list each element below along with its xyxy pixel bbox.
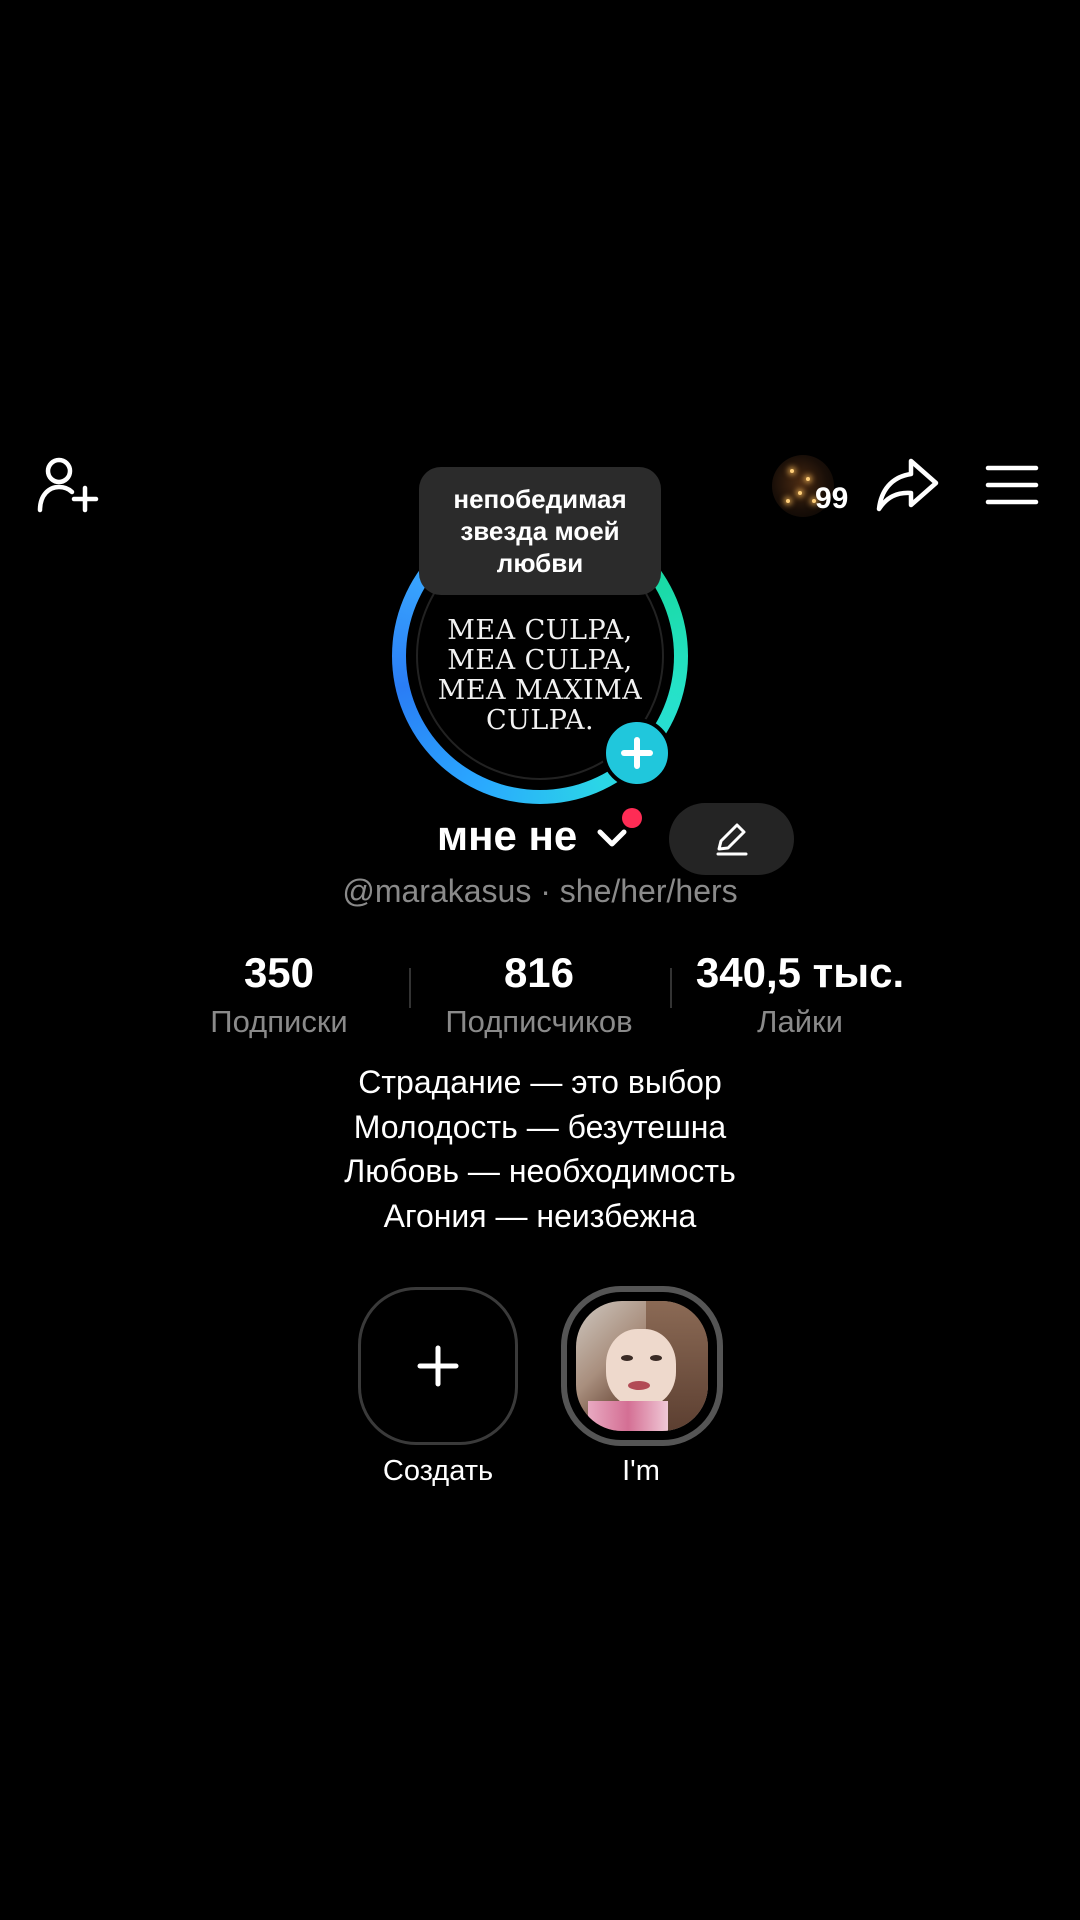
likes-label: Лайки	[757, 1004, 843, 1039]
menu-button[interactable]	[982, 455, 1042, 515]
add-story-button[interactable]	[602, 718, 672, 788]
bio: Страдание — это выбор Молодость — безуте…	[0, 1060, 1080, 1238]
highlight-photo	[576, 1301, 708, 1431]
share-button[interactable]	[870, 450, 946, 520]
following-count: 350	[243, 949, 315, 996]
add-friend-button[interactable]	[34, 452, 104, 518]
avatar-text: MEA CULPA, MEA CULPA, MEA MAXIMA CULPA.	[437, 615, 643, 736]
stat-followers[interactable]: 816 Подписчиков	[414, 948, 664, 1044]
stat-divider	[670, 968, 672, 1008]
profile-name[interactable]: мне не	[437, 812, 577, 860]
stat-divider	[409, 968, 411, 1008]
share-arrow-icon	[876, 458, 939, 512]
note-bubble[interactable]: непобедимая звезда моей любви	[419, 467, 661, 595]
stat-following[interactable]: 350 Подписки	[154, 948, 404, 1044]
bio-line: Любовь — необходимость	[344, 1153, 736, 1189]
chevron-down-icon[interactable]	[596, 826, 628, 850]
person-plus-icon	[37, 457, 99, 513]
hamburger-menu-icon	[985, 465, 1039, 505]
bio-line: Страдание — это выбор	[358, 1064, 722, 1100]
following-label: Подписки	[210, 1004, 348, 1039]
plus-icon	[417, 1345, 459, 1387]
bio-line: Молодость — безутешна	[353, 1108, 727, 1145]
pencil-icon	[716, 823, 747, 856]
notification-dot	[622, 808, 642, 828]
bio-line: Агония — неизбежна	[383, 1197, 697, 1234]
likes-count: 340,5 тыс.	[695, 949, 905, 996]
highlight-label-im: I'm	[622, 1455, 660, 1487]
highlight-im[interactable]	[561, 1286, 723, 1446]
edit-profile-button[interactable]	[669, 803, 794, 875]
highlight-label-create: Создать	[382, 1455, 494, 1487]
story-count-badge: 99	[815, 482, 849, 515]
followers-count: 816	[503, 949, 575, 996]
plus-icon	[621, 737, 653, 769]
create-highlight-button[interactable]	[358, 1287, 518, 1445]
stat-likes[interactable]: 340,5 тыс. Лайки	[675, 948, 925, 1044]
username-pronouns: @marakasus · she/her/hers	[342, 873, 738, 909]
followers-label: Подписчиков	[445, 1004, 633, 1039]
